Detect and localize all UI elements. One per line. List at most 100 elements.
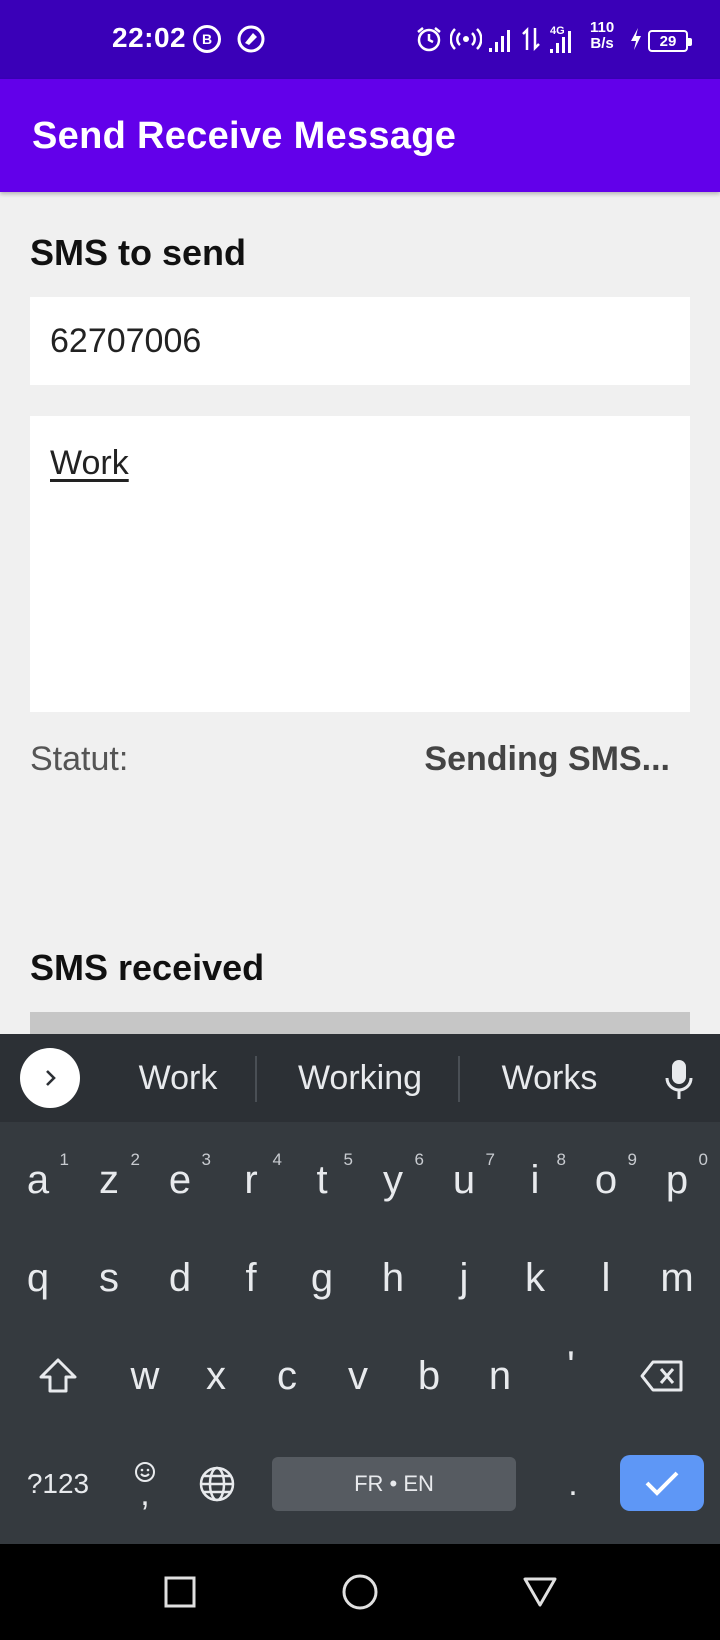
- status-label: Statut:: [30, 740, 129, 778]
- key-i-letter: i: [530, 1157, 540, 1202]
- key-z[interactable]: z2: [76, 1136, 142, 1224]
- signal-icon: [488, 24, 514, 54]
- key-y-letter: y: [383, 1157, 403, 1202]
- key-u-letter: u: [452, 1157, 476, 1202]
- key-p[interactable]: p0: [644, 1136, 710, 1224]
- status-time: 22:02: [112, 22, 187, 53]
- data-arrows-icon: [522, 24, 540, 54]
- key-c[interactable]: c: [254, 1332, 320, 1420]
- key-y-number: 6: [414, 1150, 424, 1169]
- alarm-icon: [414, 24, 444, 54]
- keyboard: Work Working Works a1 z2 e3 r4 t5 y6 u7 …: [0, 1034, 720, 1544]
- key-t-number: 5: [343, 1150, 353, 1169]
- language-key[interactable]: [190, 1440, 244, 1528]
- app-bar: Send Receive Message: [0, 79, 720, 192]
- b-badge-letter: B: [193, 25, 221, 53]
- enter-key[interactable]: [620, 1455, 704, 1511]
- key-q[interactable]: q: [5, 1234, 71, 1322]
- suggestion-2[interactable]: Working: [260, 1034, 460, 1122]
- shift-arrow-icon: [39, 1358, 77, 1393]
- emoji-comma-key[interactable]: ,: [118, 1434, 172, 1530]
- key-k[interactable]: k: [502, 1234, 568, 1322]
- recents-square-icon[interactable]: [140, 1544, 220, 1640]
- key-h[interactable]: h: [360, 1234, 426, 1322]
- key-i-number: 8: [556, 1150, 566, 1169]
- symbols-key[interactable]: ?123: [14, 1440, 102, 1528]
- key-z-letter: z: [99, 1157, 119, 1202]
- charging-icon: [628, 24, 644, 54]
- key-e-number: 3: [201, 1150, 211, 1169]
- suggestion-divider: [458, 1056, 460, 1102]
- shift-key[interactable]: [20, 1332, 96, 1420]
- hotspot-icon: [450, 24, 482, 54]
- key-i[interactable]: i8: [502, 1136, 568, 1224]
- screen: 22:02 B 4G 110 B/s 29 Send Receive Messa…: [0, 0, 720, 1640]
- key-z-number: 2: [130, 1150, 140, 1169]
- key-u-number: 7: [485, 1150, 495, 1169]
- key-s[interactable]: s: [76, 1234, 142, 1322]
- key-a-letter: a: [26, 1157, 50, 1202]
- status-value: Sending SMS...: [424, 740, 670, 778]
- key-p-letter: p: [665, 1157, 689, 1202]
- net-type-label: 4G: [550, 25, 565, 37]
- key-r-number: 4: [272, 1150, 282, 1169]
- message-value: Work: [50, 444, 129, 482]
- key-o-letter: o: [594, 1157, 618, 1202]
- key-e-letter: e: [168, 1157, 192, 1202]
- phone-number-value: 62707006: [50, 321, 202, 360]
- period-key[interactable]: .: [546, 1440, 600, 1528]
- key-u[interactable]: u7: [431, 1136, 497, 1224]
- message-input[interactable]: Work: [30, 416, 690, 712]
- key-r[interactable]: r4: [218, 1136, 284, 1224]
- received-section-title: SMS received: [30, 947, 265, 988]
- globe-icon: [199, 1466, 235, 1502]
- key-t[interactable]: t5: [289, 1136, 355, 1224]
- suggestion-3[interactable]: Works: [462, 1034, 637, 1122]
- suggestion-1[interactable]: Work: [98, 1034, 258, 1122]
- app-title: Send Receive Message: [32, 115, 457, 157]
- key-a-number: 1: [59, 1150, 69, 1169]
- key-e[interactable]: e3: [147, 1136, 213, 1224]
- phone-number-input[interactable]: 62707006: [30, 297, 690, 385]
- key-apostrophe[interactable]: ': [538, 1322, 604, 1410]
- key-m[interactable]: m: [644, 1234, 710, 1322]
- key-y[interactable]: y6: [360, 1136, 426, 1224]
- back-triangle-icon[interactable]: [500, 1544, 580, 1640]
- key-b[interactable]: b: [396, 1332, 462, 1420]
- net-speed-unit: B/s: [590, 35, 614, 52]
- backspace-icon: [640, 1360, 683, 1392]
- key-d[interactable]: d: [147, 1234, 213, 1322]
- backspace-key[interactable]: [620, 1332, 704, 1420]
- checkmark-icon: [645, 1471, 679, 1496]
- key-o-number: 9: [627, 1150, 637, 1169]
- b-badge-icon: B: [193, 24, 221, 54]
- signal-4g-icon: 4G: [548, 24, 584, 54]
- suggestion-bar: Work Working Works: [0, 1034, 720, 1122]
- home-circle-icon[interactable]: [320, 1544, 400, 1640]
- comma-label: ,: [140, 1475, 150, 1513]
- chevron-right-icon: [46, 1070, 56, 1086]
- microphone-icon[interactable]: [664, 1058, 694, 1102]
- navigation-bar: [0, 1544, 720, 1640]
- send-section-title: SMS to send: [30, 232, 247, 273]
- key-r-letter: r: [244, 1157, 258, 1202]
- key-g[interactable]: g: [289, 1234, 355, 1322]
- key-j[interactable]: j: [431, 1234, 497, 1322]
- key-o[interactable]: o9: [573, 1136, 639, 1224]
- key-l[interactable]: l: [573, 1234, 639, 1322]
- expand-toolbar-button[interactable]: [20, 1048, 80, 1108]
- key-w[interactable]: w: [112, 1332, 178, 1420]
- key-t-letter: t: [316, 1157, 328, 1202]
- key-f[interactable]: f: [218, 1234, 284, 1322]
- key-v[interactable]: v: [325, 1332, 391, 1420]
- key-n[interactable]: n: [467, 1332, 533, 1420]
- space-key[interactable]: FR • EN: [272, 1457, 516, 1511]
- status-bar: 22:02 B 4G 110 B/s 29: [0, 0, 720, 79]
- key-x[interactable]: x: [183, 1332, 249, 1420]
- suggestion-divider: [255, 1056, 257, 1102]
- net-speed: 110 B/s: [590, 20, 614, 52]
- net-speed-value: 110: [590, 19, 615, 36]
- vpn-icon: [236, 24, 266, 54]
- key-a[interactable]: a1: [5, 1136, 71, 1224]
- battery-icon: 29: [648, 30, 692, 52]
